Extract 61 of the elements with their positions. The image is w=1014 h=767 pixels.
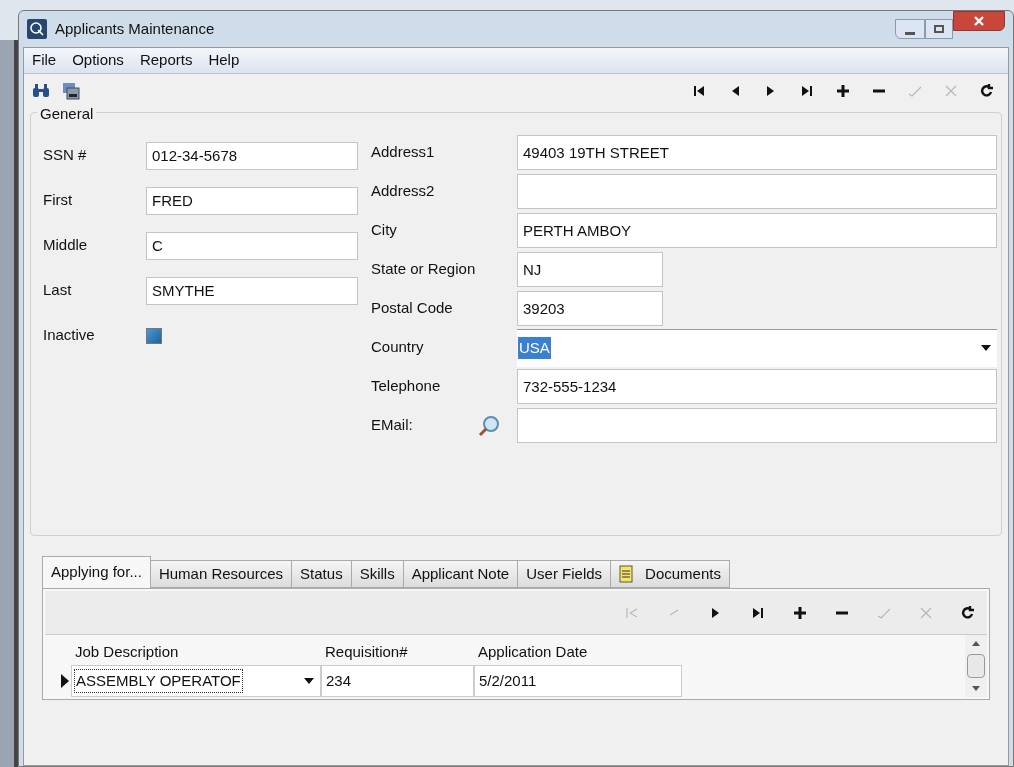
tab[interactable]: Skills [350,560,404,588]
input-field[interactable]: FRED [146,186,358,215]
tab[interactable]: Documents [610,560,730,588]
field-label: First [43,190,74,211]
field-label: SSN # [43,145,88,166]
input-field[interactable]: NJ [517,252,663,287]
field-label: Middle [43,235,89,256]
window-title: Applicants Maintenance [55,18,215,39]
input-field[interactable]: PERTH AMBOY [517,213,997,248]
input-field[interactable]: 732-555-1234 [517,369,997,404]
field-label: Address2 [371,181,436,202]
table-cell: 234 [321,665,474,697]
field-label: Country [371,337,425,358]
field-label: Last [43,280,73,301]
tab[interactable]: User Fields [517,560,612,588]
field-label: Telephone [371,376,442,397]
caret-icon [981,345,991,351]
close-icon [973,15,985,27]
binoculars-icon[interactable] [32,83,50,99]
field-label: State or Region [371,259,477,280]
input-field[interactable] [517,174,997,209]
tab[interactable]: Applicant Note [402,560,519,588]
field-label: City [371,220,398,241]
country-dropdown[interactable]: USA [517,328,997,367]
dropdown-value: USA [518,336,551,360]
column-header: Application Date [477,641,589,662]
refresh-icon[interactable] [959,603,977,622]
checkbox[interactable] [146,327,162,344]
search-icon[interactable] [477,413,501,438]
form-icon[interactable] [62,82,80,100]
refresh-icon[interactable] [978,82,996,100]
tab[interactable]: Applying for... [42,556,151,588]
field-label: EMail: [371,415,414,436]
scroll-bar[interactable] [965,635,987,697]
field-label: Address1 [371,142,436,163]
checkbox-label: Inactive [43,325,96,346]
table-cell[interactable]: ASSEMBLY OPERATOF [71,665,321,697]
column-header: Requisition# [324,641,409,662]
document-icon [619,565,634,583]
menu-item[interactable]: Reports [139,49,193,72]
table-cell: 5/2/2011 [474,665,682,697]
menu-item[interactable]: Help [208,49,240,72]
cell-text: ASSEMBLY OPERATOF [74,668,243,694]
tab[interactable]: Human Resources [149,560,293,588]
field-label: Postal Code [371,298,454,319]
input-field[interactable]: 012-34-5678 [146,141,358,170]
minimize-button[interactable] [895,19,925,39]
menu-item[interactable]: Options [72,49,124,72]
add-icon[interactable] [834,82,852,100]
input-field[interactable]: C [146,231,358,260]
tab[interactable]: Status [291,560,352,588]
email-field[interactable] [517,408,997,443]
input-field[interactable]: 39203 [517,291,663,326]
input-field[interactable]: SMYTHE [146,276,358,305]
menu-item[interactable]: File [32,49,57,72]
close-button[interactable] [953,11,1005,31]
maximize-button[interactable] [925,19,953,39]
column-header: Job Description [74,641,180,662]
input-field[interactable]: 49403 19TH STREET [517,135,997,170]
app-icon [27,19,47,39]
caret-icon [304,678,314,684]
